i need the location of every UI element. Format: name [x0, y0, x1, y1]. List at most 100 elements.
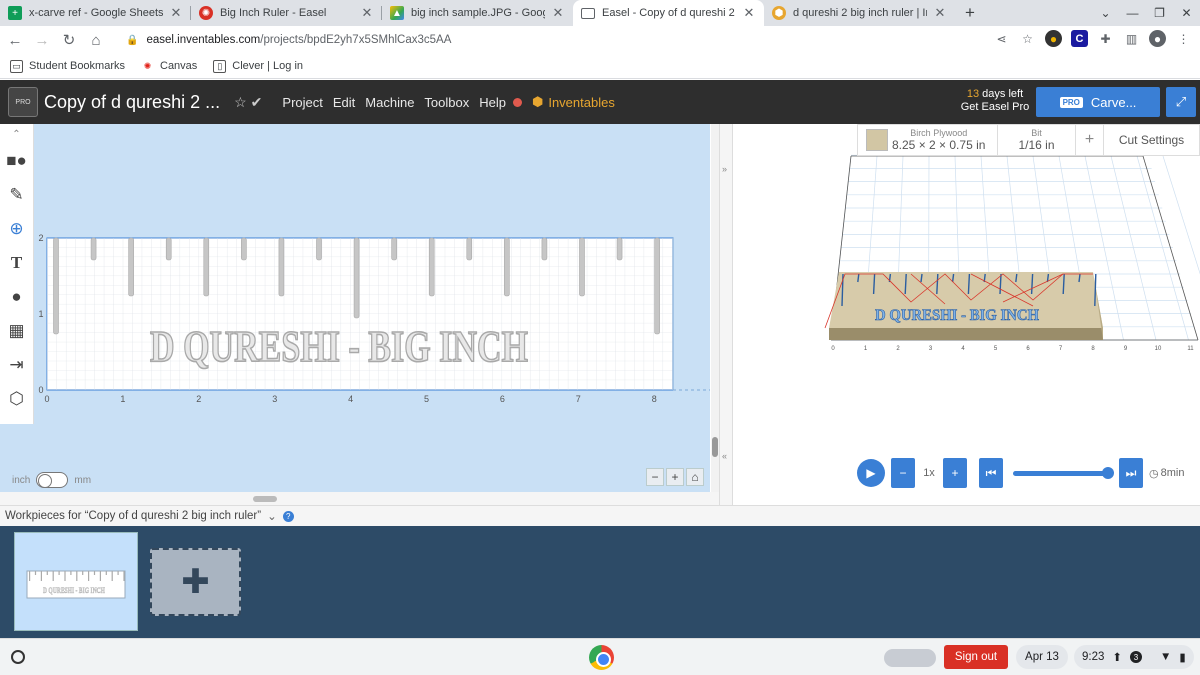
menu-edit[interactable]: Edit — [333, 95, 355, 110]
home-icon[interactable]: ⌂ — [84, 32, 108, 49]
progress-slider[interactable] — [1013, 466, 1114, 479]
extension-c-icon[interactable]: C — [1071, 30, 1088, 47]
add-workpiece-button[interactable]: ✚ — [150, 548, 241, 616]
menu-inventables[interactable]: ⬢ Inventables — [532, 94, 615, 110]
panel-resize-handle[interactable] — [253, 496, 277, 502]
import-icon[interactable]: ⇥ — [0, 348, 33, 382]
ruler-tick[interactable] — [353, 237, 360, 319]
forward-icon[interactable]: → — [30, 32, 54, 49]
reload-icon[interactable]: ↻ — [57, 31, 81, 49]
bookmark-clever[interactable]: ▯ Clever | Log in — [213, 59, 303, 73]
ruler-tick[interactable] — [53, 237, 59, 335]
ruler-tick[interactable] — [504, 237, 510, 297]
trial-notice[interactable]: 13 days left Get Easel Pro — [960, 88, 1030, 114]
design-text[interactable]: D QURESHI - BIG INCH — [149, 321, 529, 372]
launcher-icon[interactable] — [11, 650, 25, 664]
carve-button[interactable]: PRO Carve... — [1036, 87, 1160, 117]
ruler-tick[interactable] — [316, 237, 322, 261]
cut-settings-button[interactable]: Cut Settings — [1104, 125, 1199, 155]
ruler-tick[interactable] — [466, 237, 473, 261]
rewind-icon[interactable]: ⏮ — [979, 458, 1003, 488]
skip-end-icon[interactable]: ⏭ — [1119, 458, 1143, 488]
menu-help[interactable]: Help — [479, 95, 506, 110]
lock-icon[interactable]: 🔒 — [126, 35, 138, 46]
design-workspace[interactable]: D QURESHI - BIG INCH 0 1 2 3 4 5 6 7 8 0 1 2 — [34, 124, 710, 492]
ruler-tick[interactable] — [203, 237, 210, 297]
ruler-tick[interactable] — [128, 237, 134, 297]
bookmark-canvas[interactable]: ✺ Canvas — [141, 60, 198, 73]
more-options-icon[interactable]: ⋮ — [1196, 467, 1200, 480]
ruler-tick[interactable] — [241, 237, 247, 261]
tab-inventables[interactable]: ⬢ d qureshi 2 big inch ruler | Invent ✕ — [764, 0, 955, 26]
ruler-tick[interactable] — [654, 237, 660, 335]
chevron-down-icon[interactable]: ⌄ — [267, 509, 277, 523]
close-icon[interactable]: ✕ — [360, 5, 374, 21]
close-icon[interactable]: ✕ — [169, 5, 183, 21]
ruler-tick[interactable] — [616, 237, 623, 261]
close-icon[interactable]: ✕ — [933, 5, 947, 21]
bookmark-student[interactable]: ▭ Student Bookmarks — [10, 59, 125, 73]
easel-logo[interactable]: PRO — [8, 87, 38, 117]
material-selector[interactable]: Birch Plywood 8.25 × 2 × 0.75 in — [858, 125, 998, 155]
vertical-scrollbar[interactable] — [711, 124, 719, 492]
ruler-tick[interactable] — [579, 237, 585, 297]
expand-icon[interactable]: ⤢ — [1166, 87, 1196, 117]
status-area[interactable]: 9:23 ⬆ 3 ▼ ▮ — [1074, 645, 1194, 669]
project-title[interactable]: Copy of d qureshi 2 ... — [44, 92, 220, 113]
lego-icon[interactable]: ▦ — [0, 314, 33, 348]
help-icon[interactable]: ? — [282, 510, 294, 522]
menu-project[interactable]: Project — [282, 95, 322, 110]
ruler-tick[interactable] — [428, 237, 435, 297]
ruler-tick[interactable] — [541, 237, 548, 261]
close-icon[interactable]: ✕ — [551, 5, 565, 21]
address-bar[interactable]: 🔒 easel.inventables.com/projects/bpdE2yh… — [116, 28, 1066, 52]
ruler-tick[interactable] — [278, 237, 285, 297]
favorite-star-icon[interactable]: ☆ — [234, 94, 247, 111]
maximize-icon[interactable]: ❐ — [1146, 6, 1173, 20]
slower-icon[interactable]: − — [891, 458, 915, 488]
menu-toolbox[interactable]: Toolbox — [424, 95, 469, 110]
chevron-left-icon[interactable]: « — [722, 451, 727, 461]
scroll-thumb[interactable] — [712, 437, 718, 457]
bookmark-star-icon[interactable]: ☆ — [1019, 30, 1036, 47]
text-icon[interactable]: T — [0, 246, 33, 280]
sidepanel-icon[interactable]: ▥ — [1123, 30, 1140, 47]
workpiece-thumbnail[interactable]: D QURESHI - BIG INCH — [14, 532, 138, 631]
tab-sheets[interactable]: + x-carve ref - Google Sheets ✕ — [0, 0, 191, 26]
design-canvas[interactable]: D QURESHI - BIG INCH 0 1 2 3 4 5 6 7 8 0 1 2 — [34, 124, 710, 492]
tab-easel-ruler[interactable]: ✺ Big Inch Ruler - Easel ✕ — [191, 0, 382, 26]
home-view-icon[interactable]: ⌂ — [686, 468, 704, 486]
menu-machine[interactable]: Machine — [365, 95, 414, 110]
zoom-out-icon[interactable]: − — [646, 468, 664, 486]
faster-icon[interactable]: + — [943, 458, 967, 488]
tab-easel-copy[interactable]: Easel - Copy of d qureshi 2 big in ✕ — [573, 0, 764, 26]
tote-icon[interactable] — [884, 649, 936, 667]
sign-out-button[interactable]: Sign out — [944, 645, 1008, 669]
pen-icon[interactable]: ✎ — [0, 178, 33, 212]
tab-search-icon[interactable]: ⌄ — [1092, 6, 1119, 20]
chrome-icon[interactable] — [589, 645, 614, 670]
extension-icon[interactable]: ● — [1045, 30, 1062, 47]
carve-preview[interactable]: D QURESHI - BIG INCH 0 1 2 3 4 5 6 7 8 9 10 11 — [733, 124, 1200, 505]
apple-icon[interactable]: ● — [0, 280, 33, 314]
back-icon[interactable]: ← — [3, 32, 27, 49]
close-icon[interactable]: ✕ — [742, 5, 756, 21]
panel-divider[interactable]: » « — [719, 124, 733, 505]
share-icon[interactable]: ⋖ — [993, 30, 1010, 47]
date-display[interactable]: Apr 13 — [1016, 645, 1068, 669]
profile-icon[interactable]: ● — [1149, 30, 1166, 47]
ruler-tick[interactable] — [90, 237, 97, 261]
puzzle-icon[interactable]: ✚ — [1097, 30, 1114, 47]
shapes-icon[interactable]: ■● — [0, 144, 33, 178]
minimize-icon[interactable]: — — [1119, 6, 1146, 20]
tab-drive[interactable]: ▲ big inch sample.JPG - Google Dri ✕ — [382, 0, 573, 26]
close-window-icon[interactable]: ✕ — [1173, 6, 1200, 20]
target-icon[interactable]: ⊕ — [0, 212, 33, 246]
bit-selector[interactable]: Bit 1/16 in — [998, 125, 1076, 155]
zoom-in-icon[interactable]: + — [666, 468, 684, 486]
collapse-icon[interactable]: ⌃ — [0, 124, 33, 144]
new-tab-button[interactable]: + — [955, 0, 985, 26]
cube-icon[interactable]: ⬡ — [0, 382, 33, 416]
add-bit-icon[interactable]: + — [1076, 125, 1104, 155]
kebab-menu-icon[interactable]: ⋮ — [1175, 30, 1192, 47]
